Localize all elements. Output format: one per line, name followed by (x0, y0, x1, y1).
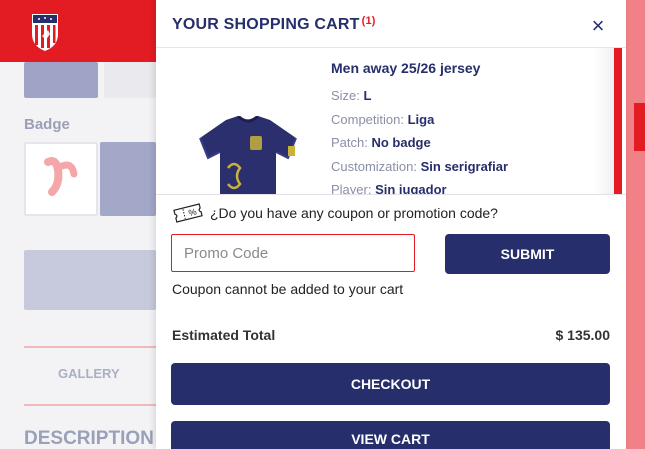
attr-patch: Patch: No badge (331, 135, 431, 150)
cart-item: Men away 25/26 jersey Size: L Competitio… (156, 48, 616, 194)
bg-gray-tile (104, 62, 156, 98)
promo-code-input[interactable] (171, 234, 415, 272)
estimated-total-label: Estimated Total (172, 327, 276, 343)
atletico-crest-icon[interactable] (30, 10, 60, 52)
attr-customization: Customization: Sin serigrafiar (331, 159, 509, 174)
submit-button[interactable]: SUBMIT (445, 234, 610, 274)
bg-badge-option-1 (24, 142, 98, 216)
coupon-error-message: Coupon cannot be added to your cart (172, 281, 404, 297)
bg-blue-tile (24, 62, 98, 98)
product-name[interactable]: Men away 25/26 jersey (331, 60, 480, 76)
item-divider (156, 194, 626, 195)
attr-player: Player: Sin jugador (331, 182, 447, 194)
bg-gallery-label: GALLERY (58, 366, 120, 381)
laliga-logo-icon (44, 157, 78, 196)
header-logo-bar (0, 0, 156, 62)
coupon-question-text: ¿Do you have any coupon or promotion cod… (210, 205, 498, 221)
cart-count-badge: (1) (361, 15, 376, 27)
coupon-question: % ¿Do you have any coupon or promotion c… (172, 203, 498, 223)
attr-size: Size: L (331, 88, 372, 103)
item-scrollbar[interactable] (594, 48, 622, 194)
view-cart-label: VIEW CART (351, 431, 430, 447)
shopping-cart-panel: YOUR SHOPPING CART (1) × Men away 25/26 j… (156, 0, 626, 449)
bg-description-label: DESCRIPTION (24, 428, 154, 449)
bg-divider-2 (24, 404, 156, 406)
coupon-ticket-icon: % (173, 203, 203, 223)
cart-title: YOUR SHOPPING CART (1) (172, 15, 376, 34)
estimated-total-value: $ 135.00 (555, 327, 611, 343)
cart-title-text: YOUR SHOPPING CART (172, 16, 360, 33)
jersey-image[interactable] (196, 116, 300, 194)
checkout-button[interactable]: CHECKOUT (171, 363, 610, 405)
bg-divider (24, 346, 156, 348)
view-cart-button[interactable]: VIEW CART (171, 421, 610, 449)
bg-add-button (24, 250, 156, 310)
attr-competition: Competition: Liga (331, 112, 435, 127)
bg-badge-option-2 (100, 142, 156, 216)
close-icon[interactable]: × (588, 15, 608, 37)
bg-badge-label: Badge (24, 116, 70, 133)
right-edge-strip (626, 0, 645, 449)
